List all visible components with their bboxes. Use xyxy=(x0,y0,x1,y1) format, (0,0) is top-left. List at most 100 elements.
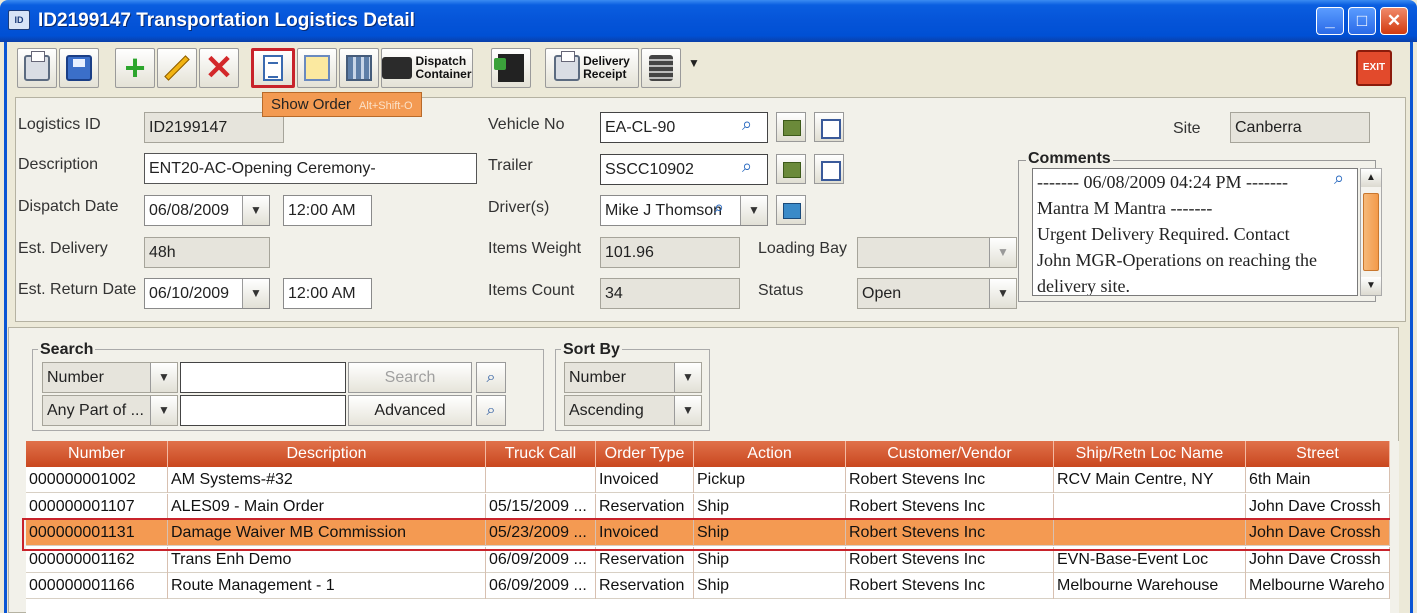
table-row[interactable]: 000000001002 AM Systems-#32 Invoiced Pickup… xyxy=(26,467,1390,493)
cell-order-type: Reservation xyxy=(596,573,694,599)
comments-textarea[interactable]: ------- 06/08/2009 04:24 PM ------- Mant… xyxy=(1032,168,1358,296)
tooltip-text: Show Order xyxy=(271,96,352,113)
delete-x-icon: ✕ xyxy=(204,49,234,87)
route-button[interactable] xyxy=(491,48,531,88)
trailer-search-icon[interactable]: ⌕ xyxy=(742,156,752,177)
table-row[interactable]: 000000001107 ALES09 - Main Order 05/15/200… xyxy=(26,493,1390,520)
window-title: ID2199147 Transportation Logistics Detai… xyxy=(38,10,415,31)
drivers-search-icon[interactable]: ⌕ xyxy=(714,197,724,218)
pencil-icon xyxy=(164,55,190,81)
cell-action: Ship xyxy=(694,546,846,573)
dispatch-container-button[interactable]: Dispatch Container xyxy=(381,48,473,88)
est-return-date-label: Est. Return Date xyxy=(18,281,137,298)
find-button[interactable] xyxy=(297,48,337,88)
search-button[interactable]: Search xyxy=(348,362,472,393)
table-row[interactable]: 000000001162 Trans Enh Demo 06/09/2009 ...… xyxy=(26,546,1390,573)
column-header-customer-vendor[interactable]: Customer/Vendor xyxy=(846,441,1054,467)
close-button[interactable]: ✕ xyxy=(1380,7,1408,35)
tooltip-accelerator: Alt+Shift-O xyxy=(359,100,413,112)
cell-description: ALES09 - Main Order xyxy=(168,493,486,520)
scroll-up-icon[interactable]: ▲ xyxy=(1361,169,1381,187)
toolbar-dropdown-icon[interactable]: ▼ xyxy=(688,56,700,70)
table-row[interactable]: 000000001166 Route Management - 1 06/09/20… xyxy=(26,573,1390,599)
table-header: Number Description Truck Call Order Type… xyxy=(26,441,1390,467)
est-return-date-field[interactable]: 06/10/2009 xyxy=(144,278,270,309)
trailer-lookup-button[interactable] xyxy=(776,154,806,184)
vehicle-lookup-button[interactable] xyxy=(776,112,806,142)
title-bar[interactable]: ID ID2199147 Transportation Logistics De… xyxy=(0,0,1417,42)
advanced-button[interactable]: Advanced xyxy=(348,395,472,426)
cell-number: 000000001107 xyxy=(26,493,168,520)
scroll-thumb[interactable] xyxy=(1363,193,1379,271)
grid-button[interactable] xyxy=(339,48,379,88)
column-header-action[interactable]: Action xyxy=(694,441,846,467)
search-magnifier-icon[interactable]: ⌕ xyxy=(476,362,506,393)
save-button[interactable] xyxy=(59,48,99,88)
dispatch-date-field[interactable]: 06/08/2009 xyxy=(144,195,270,226)
cell-truck-call xyxy=(486,467,596,493)
cell-customer-vendor: Robert Stevens Inc xyxy=(846,467,1054,493)
column-header-ship-retn-loc-name[interactable]: Ship/Retn Loc Name xyxy=(1054,441,1246,467)
status-label: Status xyxy=(758,282,804,299)
items-weight-label: Items Weight xyxy=(488,240,582,257)
cell-number: 000000001166 xyxy=(26,573,168,599)
cell-truck-call: 06/09/2009 ... xyxy=(486,546,596,573)
est-return-time-field[interactable]: 12:00 AM xyxy=(283,278,372,309)
advanced-input[interactable] xyxy=(180,395,346,426)
delete-button[interactable]: ✕ xyxy=(199,48,239,88)
items-count-label: Items Count xyxy=(488,282,575,299)
truck-icon xyxy=(382,57,413,79)
scroll-down-icon[interactable]: ▼ xyxy=(1361,277,1381,295)
sort-order-select[interactable]: Ascending xyxy=(564,395,702,426)
cell-order-type: Reservation xyxy=(596,493,694,520)
trailer-edit-button[interactable] xyxy=(814,154,844,184)
stack-button[interactable] xyxy=(641,48,681,88)
table-row[interactable]: 000000001131 Damage Waiver MB Commission 0… xyxy=(26,520,1390,546)
dispatch-time-field[interactable]: 12:00 AM xyxy=(283,195,372,226)
table-scrollbar[interactable] xyxy=(1390,441,1399,613)
sort-field-select[interactable]: Number xyxy=(564,362,702,393)
delivery-receipt-button[interactable]: Delivery Receipt xyxy=(545,48,639,88)
route-icon xyxy=(494,54,524,82)
description-field[interactable]: ENT20-AC-Opening Ceremony- xyxy=(144,153,477,184)
comment-line: ------- 06/08/2009 04:24 PM ------- xyxy=(1037,172,1288,192)
cell-customer-vendor: Robert Stevens Inc xyxy=(846,546,1054,573)
comment-line: delivery site. xyxy=(1037,276,1130,296)
status-select[interactable]: Open xyxy=(857,278,1017,309)
cell-ship-retn-loc-name: EVN-Base-Event Loc xyxy=(1054,546,1246,573)
advanced-search-icon[interactable]: ⌕ xyxy=(476,395,506,426)
order-document-icon xyxy=(263,55,283,81)
site-label: Site xyxy=(1173,120,1201,137)
exit-button[interactable]: EXIT xyxy=(1356,50,1392,86)
column-header-truck-call[interactable]: Truck Call xyxy=(486,441,596,467)
items-weight-field: 101.96 xyxy=(600,237,740,268)
match-mode-select[interactable]: Any Part of ... xyxy=(42,395,178,426)
column-header-number[interactable]: Number xyxy=(26,441,168,467)
search-input[interactable] xyxy=(180,362,346,393)
cell-action: Pickup xyxy=(694,467,846,493)
comment-line: Urgent Delivery Required. Contact xyxy=(1037,224,1290,244)
vehicle-search-icon[interactable]: ⌕ xyxy=(742,114,752,135)
column-header-order-type[interactable]: Order Type xyxy=(596,441,694,467)
column-header-description[interactable]: Description xyxy=(168,441,486,467)
comments-scrollbar[interactable]: ▲ ▼ xyxy=(1360,168,1382,296)
minimize-button[interactable]: _ xyxy=(1316,7,1344,35)
show-order-tooltip: Show Order Alt+Shift-O xyxy=(262,92,422,117)
column-header-street[interactable]: Street xyxy=(1246,441,1390,467)
add-button[interactable]: + xyxy=(115,48,155,88)
show-order-button[interactable] xyxy=(251,48,295,88)
cell-number: 000000001162 xyxy=(26,546,168,573)
grid-icon xyxy=(346,55,372,81)
search-field-select[interactable]: Number xyxy=(42,362,178,393)
print-button[interactable] xyxy=(17,48,57,88)
drivers-lookup-button[interactable] xyxy=(776,195,806,225)
edit-button[interactable] xyxy=(157,48,197,88)
loading-bay-select[interactable] xyxy=(857,237,1017,268)
receipt-printer-icon xyxy=(554,51,581,81)
maximize-button[interactable]: □ xyxy=(1348,7,1376,35)
drivers-field[interactable]: Mike J Thomson xyxy=(600,195,768,226)
comments-search-icon[interactable]: ⌕ xyxy=(1334,168,1344,189)
description-label: Description xyxy=(18,156,99,173)
cell-order-type: Reservation xyxy=(596,546,694,573)
vehicle-edit-button[interactable] xyxy=(814,112,844,142)
